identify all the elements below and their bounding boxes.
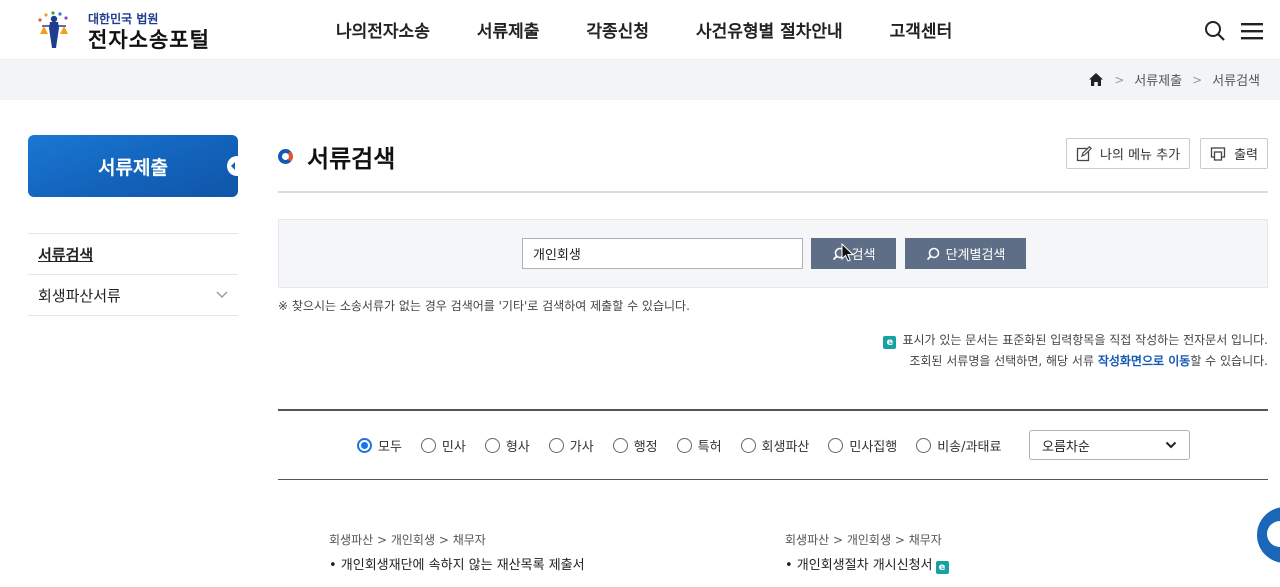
radio-dot	[828, 438, 844, 453]
info-line-2-highlight: 작성화면으로 이동	[1097, 354, 1191, 368]
breadcrumb-bar: > 서류제출 > 서류검색	[0, 60, 1280, 100]
search-icon[interactable]	[1204, 20, 1226, 42]
nav-procedure-guide[interactable]: 사건유형별 절차안내	[696, 17, 843, 42]
court-emblem-icon	[38, 11, 68, 48]
radio-criminal[interactable]: 형사	[484, 436, 530, 455]
chatbot-button[interactable]	[1257, 507, 1280, 563]
result-doc-link[interactable]: • 개인회생재단에 속하지 않는 재산목록 제출서	[329, 554, 585, 573]
breadcrumb-item[interactable]: 서류제출	[1134, 70, 1182, 89]
sidebar-item-bankruptcy-docs[interactable]: 회생파산서류	[28, 275, 238, 316]
info-line-1-text: 표시가 있는 문서는 표준화된 입력항목을 직접 작성하는 전자문서 입니다.	[902, 333, 1268, 347]
chevron-right-icon: >	[1114, 72, 1125, 87]
radio-dot	[916, 438, 932, 453]
sort-select-value: 오름차순	[1042, 439, 1090, 455]
search-notice: ※ 찾으시는 소송서류가 없는 경우 검색어를 '기타'로 검색하여 제출할 수…	[278, 299, 690, 313]
info-text: e 표시가 있는 문서는 표준화된 입력항목을 직접 작성하는 전자문서 입니다.…	[883, 330, 1268, 372]
nav-applications[interactable]: 각종신청	[586, 17, 649, 42]
title-bullet-icon	[278, 149, 293, 164]
radio-administrative[interactable]: 행정	[612, 436, 658, 455]
search-icon	[926, 247, 939, 260]
radio-label: 특허	[697, 440, 722, 455]
breadcrumb-item[interactable]: 서류검색	[1212, 70, 1260, 89]
radio-label: 행정	[633, 440, 658, 455]
logo-title: 전자소송포털	[88, 28, 210, 52]
result-path: 회생파산 > 개인회생 > 채무자	[329, 533, 486, 547]
radio-all[interactable]: 모두	[357, 436, 402, 455]
nav-document-submit[interactable]: 서류제출	[477, 17, 540, 42]
header-tools	[1204, 20, 1264, 42]
e-document-icon: e	[883, 336, 897, 349]
radio-family[interactable]: 가사	[548, 436, 594, 455]
main-nav: 나의전자소송 서류제출 각종신청 사건유형별 절차안내 고객센터	[336, 17, 952, 42]
result-doc-title: • 개인회생재단에 속하지 않는 재산목록 제출서	[329, 558, 585, 573]
info-line-1: e 표시가 있는 문서는 표준화된 입력항목을 직접 작성하는 전자문서 입니다.	[883, 330, 1268, 351]
radio-label: 가사	[569, 440, 594, 455]
home-icon[interactable]	[1088, 72, 1104, 87]
radio-label: 민사집행	[849, 440, 898, 455]
category-filter: 모두 민사 형사 가사 행정 특허 회생파산 민사집행 비송/과태료	[357, 436, 1020, 455]
search-panel: 검색 단계별검색	[278, 219, 1268, 288]
result-path: 회생파산 > 개인회생 > 채무자	[785, 533, 942, 547]
radio-noncontentious[interactable]: 비송/과태료	[916, 436, 1001, 455]
collapse-handle-icon[interactable]	[227, 156, 239, 176]
filter-divider-top	[278, 409, 1268, 411]
print-label: 출력	[1234, 148, 1258, 163]
radio-patent[interactable]: 특허	[676, 436, 722, 455]
sidebar-title: 서류제출	[28, 135, 239, 197]
breadcrumb: > 서류제출 > 서류검색	[1088, 70, 1260, 89]
info-line-2: 조회된 서류명을 선택하면, 해당 서류 작성화면으로 이동할 수 있습니다.	[883, 351, 1268, 372]
nav-customer-center[interactable]: 고객센터	[890, 17, 953, 42]
sidebar-menu: 서류검색 회생파산서류	[28, 233, 238, 316]
search-button-label: 검색	[851, 247, 876, 262]
site-header: 대한민국 법원 전자소송포털 나의전자소송 서류제출 각종신청 사건유형별 절차…	[0, 0, 1280, 60]
add-my-menu-label: 나의 메뉴 추가	[1100, 148, 1181, 163]
page-actions: 나의 메뉴 추가 출력	[1066, 138, 1268, 169]
page-title-row: 서류검색	[278, 139, 395, 174]
radio-dot	[740, 438, 756, 453]
e-document-icon: e	[935, 561, 949, 574]
sidebar-item-document-search[interactable]: 서류검색	[28, 234, 238, 275]
title-divider	[278, 191, 1268, 193]
mouse-cursor-icon	[841, 243, 855, 262]
radio-dot	[548, 438, 564, 453]
info-line-2-pre: 조회된 서류명을 선택하면, 해당 서류	[909, 354, 1098, 368]
filter-divider-bottom	[278, 479, 1268, 480]
sidebar-item-label: 회생파산서류	[38, 286, 121, 305]
sidebar-item-label: 서류검색	[38, 245, 94, 264]
menu-icon[interactable]	[1240, 20, 1264, 42]
add-my-menu-button[interactable]: 나의 메뉴 추가	[1066, 138, 1191, 169]
result-doc-title: • 개인회생절차 개시신청서	[785, 558, 933, 573]
radio-label: 모두	[378, 440, 402, 455]
sidebar-title-label: 서류제출	[98, 156, 168, 179]
step-search-button[interactable]: 단계별검색	[905, 238, 1026, 269]
radio-dot	[676, 438, 692, 453]
radio-label: 형사	[505, 440, 530, 455]
chevron-down-icon	[216, 291, 228, 298]
chevron-down-icon	[1165, 441, 1177, 449]
radio-dot	[612, 438, 628, 453]
result-item: 회생파산 > 개인회생 > 채무자 • 개인회생재단에 속하지 않는 재산목록 …	[329, 531, 585, 573]
radio-label: 회생파산	[761, 440, 810, 455]
info-line-2-post: 할 수 있습니다.	[1190, 354, 1268, 368]
print-icon	[1210, 146, 1226, 161]
logo[interactable]: 대한민국 법원 전자소송포털	[32, 8, 222, 52]
radio-label: 민사	[441, 440, 466, 455]
sort-select[interactable]: 오름차순	[1029, 430, 1190, 460]
result-doc-link[interactable]: • 개인회생절차 개시신청서 e	[785, 554, 949, 574]
radio-bankruptcy[interactable]: 회생파산	[740, 436, 810, 455]
radio-civil-execution[interactable]: 민사집행	[828, 436, 897, 455]
radio-civil[interactable]: 민사	[420, 436, 466, 455]
radio-dot	[420, 438, 436, 453]
edit-icon	[1076, 145, 1093, 161]
step-search-label: 단계별검색	[945, 247, 1006, 262]
result-item: 회생파산 > 개인회생 > 채무자 • 개인회생절차 개시신청서 e	[785, 531, 949, 574]
search-input[interactable]	[522, 238, 803, 269]
print-button[interactable]: 출력	[1200, 138, 1268, 169]
page-title: 서류검색	[307, 145, 396, 173]
nav-my-ecase[interactable]: 나의전자소송	[336, 17, 430, 42]
radio-dot	[484, 438, 500, 453]
radio-label: 비송/과태료	[937, 440, 1002, 455]
chevron-right-icon: >	[1192, 72, 1203, 87]
radio-dot	[357, 438, 372, 453]
